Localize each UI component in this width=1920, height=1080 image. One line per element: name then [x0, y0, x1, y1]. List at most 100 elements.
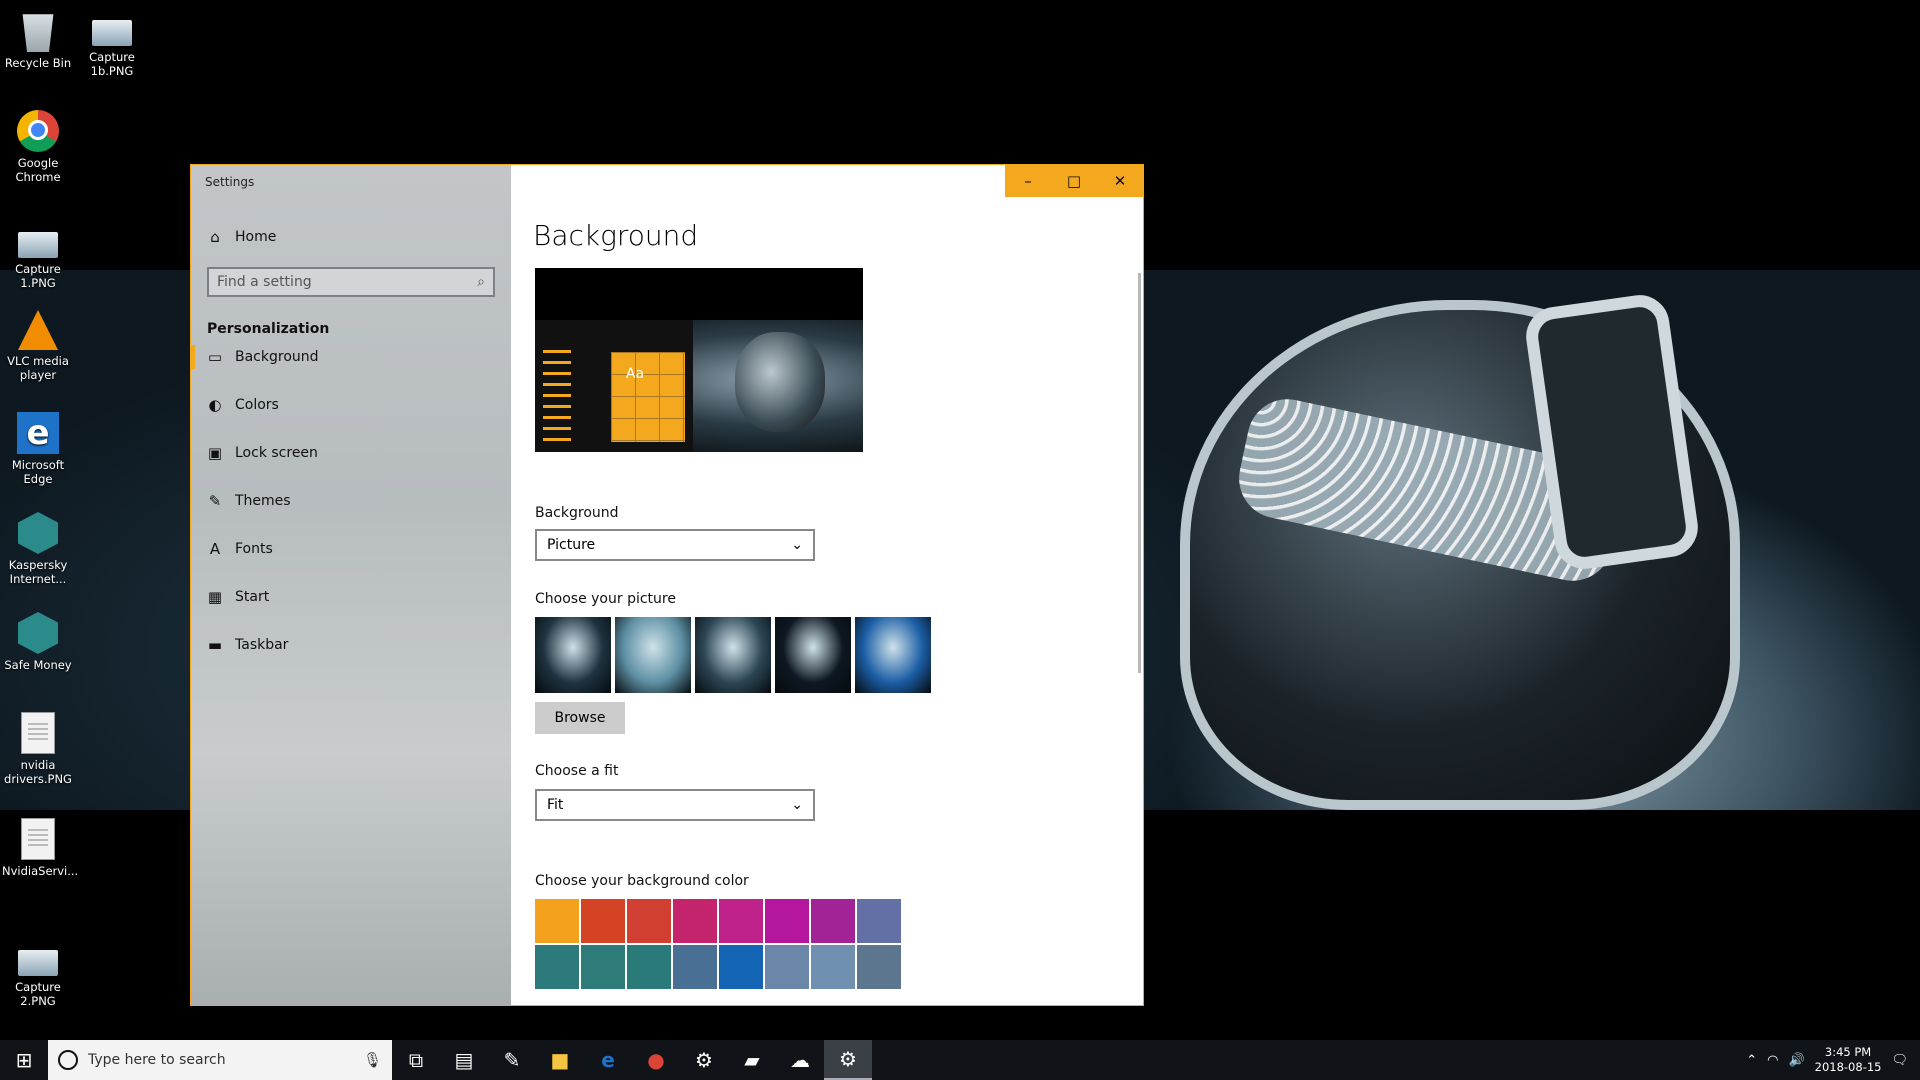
taskbar-icon: ▬: [207, 636, 223, 654]
taskbar-app-file-explorer[interactable]: ■: [536, 1040, 584, 1080]
taskbar-app-settings-active[interactable]: ⚙: [824, 1040, 872, 1080]
picture-icon: ▭: [207, 348, 223, 366]
nav-item-taskbar[interactable]: ▬ Taskbar: [191, 625, 511, 665]
browse-button[interactable]: Browse: [535, 702, 625, 734]
desktop-icon-safe-money[interactable]: Safe Money: [2, 612, 74, 672]
volume-icon[interactable]: 🔊: [1788, 1053, 1804, 1068]
chrome-icon: ●: [647, 1048, 665, 1072]
desktop-icon-capture-1[interactable]: Capture 1.PNG: [2, 222, 74, 290]
taskbar-app-pen[interactable]: ✎: [488, 1040, 536, 1080]
taskbar-app-edge[interactable]: e: [584, 1040, 632, 1080]
chevron-up-icon[interactable]: ⌃: [1746, 1053, 1757, 1068]
picture-thumbnail[interactable]: [855, 617, 931, 693]
color-swatch[interactable]: [673, 899, 717, 943]
page-title: Background: [533, 219, 699, 252]
picture-thumbnail[interactable]: [775, 617, 851, 693]
taskbar-app-screenshot[interactable]: ▰: [728, 1040, 776, 1080]
fonts-icon: A: [209, 540, 221, 558]
settings-window: Settings ⌂ Home Find a setting ⌕ Persona…: [190, 164, 1144, 1006]
microphone-icon: 🎙: [362, 1051, 382, 1069]
edge-icon: e: [601, 1048, 615, 1072]
color-swatch[interactable]: [765, 899, 809, 943]
nav-item-themes[interactable]: ✎ Themes: [191, 481, 511, 521]
desktop-icon-kaspersky[interactable]: Kaspersky Internet...: [2, 512, 74, 586]
color-swatch[interactable]: [581, 945, 625, 989]
choose-picture-label: Choose your picture: [535, 591, 676, 607]
color-swatch[interactable]: [535, 945, 579, 989]
color-swatch[interactable]: [535, 899, 579, 943]
content-scrollbar[interactable]: [1138, 273, 1141, 673]
color-swatch[interactable]: [627, 899, 671, 943]
picture-thumbnail[interactable]: [535, 617, 611, 693]
desktop-icon-capture-2[interactable]: Capture 2.PNG: [2, 940, 74, 1008]
color-swatch[interactable]: [719, 945, 763, 989]
color-swatch[interactable]: [857, 899, 901, 943]
action-center-icon[interactable]: 🗨: [1891, 1053, 1908, 1068]
desktop-icon-nvidia-drivers[interactable]: nvidia drivers.PNG: [2, 712, 74, 786]
taskbar: ⊞ Type here to search 🎙 ⧉ ▤ ✎ ■ e ● ⚙ ▰ …: [0, 1040, 1920, 1080]
pen-icon: ✎: [503, 1048, 521, 1072]
recycle-bin-icon: [22, 14, 54, 52]
desktop-icon-capture-1b[interactable]: Capture 1b.PNG: [76, 10, 148, 78]
background-preview: Aa: [535, 268, 863, 452]
lock-screen-icon: ▣: [207, 444, 223, 462]
taskbar-app-settings-gear[interactable]: ⚙: [680, 1040, 728, 1080]
image-file-icon: [92, 20, 132, 46]
task-view-icon: ⧉: [408, 1048, 424, 1072]
start-icon: ▦: [207, 588, 223, 606]
nav-item-colors[interactable]: ◐ Colors: [191, 385, 511, 425]
kaspersky-icon: [18, 512, 58, 554]
desktop-icon-chrome[interactable]: Google Chrome: [2, 110, 74, 184]
background-label: Background: [535, 505, 619, 521]
color-swatch[interactable]: [765, 945, 809, 989]
settings-nav-pane: Settings ⌂ Home Find a setting ⌕ Persona…: [191, 165, 511, 1005]
task-view-button[interactable]: ⧉: [392, 1040, 440, 1080]
gear-icon: ⚙: [839, 1047, 857, 1071]
picture-thumbnail[interactable]: [615, 617, 691, 693]
nav-home-label: Home: [235, 229, 277, 245]
nav-group-personalization: Personalization: [207, 321, 330, 337]
start-button[interactable]: ⊞: [0, 1040, 48, 1080]
nav-item-fonts[interactable]: A Fonts: [191, 529, 511, 569]
color-swatch[interactable]: [811, 945, 855, 989]
taskbar-app-explorer-image[interactable]: ▤: [440, 1040, 488, 1080]
color-swatch[interactable]: [719, 899, 763, 943]
background-dropdown[interactable]: Picture ⌄: [535, 529, 815, 561]
chevron-down-icon: ⌄: [791, 537, 803, 553]
taskbar-app-cloud[interactable]: ☁: [776, 1040, 824, 1080]
taskbar-app-chrome[interactable]: ●: [632, 1040, 680, 1080]
clock[interactable]: 3:45 PM 2018-08-15: [1815, 1045, 1882, 1075]
windows-logo-icon: ⊞: [15, 1048, 33, 1072]
image-file-icon: [18, 232, 58, 258]
fit-dropdown[interactable]: Fit ⌄: [535, 789, 815, 821]
desktop-icon-nvidiaservi[interactable]: NvidiaServi...: [2, 818, 78, 878]
image-file-icon: [21, 712, 55, 754]
cortana-icon: [58, 1050, 78, 1070]
desktop-icon-vlc[interactable]: VLC media player: [2, 310, 74, 382]
nav-item-lock-screen[interactable]: ▣ Lock screen: [191, 433, 511, 473]
picture-thumbnail[interactable]: [695, 617, 771, 693]
nav-item-start[interactable]: ▦ Start: [191, 577, 511, 617]
find-setting-input[interactable]: Find a setting ⌕: [207, 267, 495, 297]
color-swatch[interactable]: [673, 945, 717, 989]
desktop-icon-recycle-bin[interactable]: Recycle Bin: [2, 10, 74, 70]
color-swatch[interactable]: [627, 945, 671, 989]
desktop-icon-edge[interactable]: e Microsoft Edge: [2, 412, 74, 486]
gear-icon: ⚙: [695, 1048, 713, 1072]
nav-home[interactable]: ⌂ Home: [191, 217, 511, 257]
image-viewer-icon: ▤: [454, 1048, 474, 1072]
vlc-cone-icon: [18, 310, 58, 350]
cloud-icon: ☁: [790, 1048, 810, 1072]
color-swatch[interactable]: [857, 945, 901, 989]
network-icon[interactable]: ◠: [1767, 1053, 1778, 1068]
home-icon: ⌂: [210, 228, 220, 246]
taskbar-search-box[interactable]: Type here to search 🎙: [48, 1040, 392, 1080]
bg-color-label: Choose your background color: [535, 873, 749, 889]
color-swatch[interactable]: [811, 899, 855, 943]
system-tray: ⌃ ◠ 🔊 3:45 PM 2018-08-15 🗨: [1746, 1040, 1920, 1080]
text-file-icon: [21, 818, 55, 860]
color-swatch[interactable]: [581, 899, 625, 943]
palette-icon: ◐: [208, 396, 222, 414]
preview-tile-label: Aa: [625, 366, 645, 382]
nav-item-background[interactable]: ▭ Background: [191, 337, 511, 377]
